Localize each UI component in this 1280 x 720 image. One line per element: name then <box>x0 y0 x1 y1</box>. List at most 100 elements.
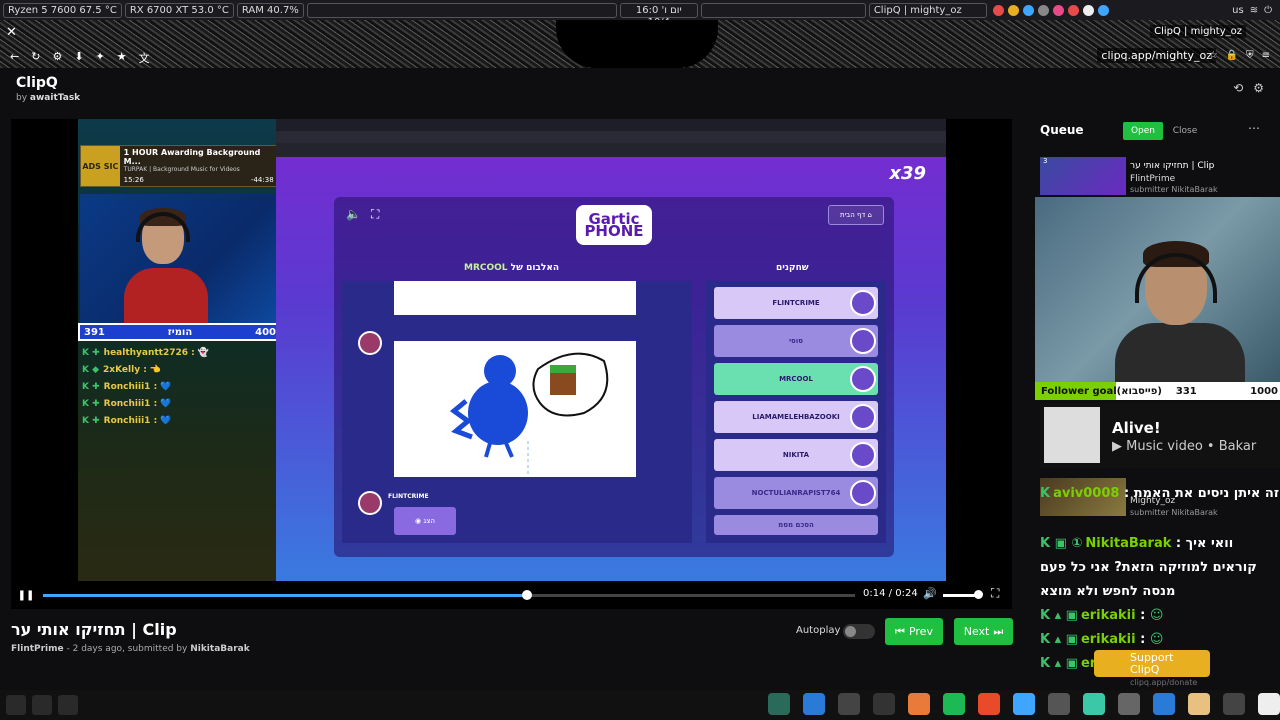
bookmark-icon[interactable]: ☆ <box>1209 50 1218 61</box>
player-row: NOCTULIANRAPIST764 <box>714 477 878 509</box>
wallpaper-notch <box>556 20 718 68</box>
music-popup-title: Alive! <box>1112 419 1161 437</box>
player-controls: ❚❚ 0:14 / 0:24 🔊 ⛶ <box>11 584 1012 606</box>
author-link[interactable]: awaitTask <box>30 93 80 103</box>
settings-icon[interactable]: ⚙ <box>52 50 62 66</box>
fullscreen-icon[interactable]: ⛶ <box>991 586 999 601</box>
embedded-urlbar <box>276 131 946 143</box>
volume-handle[interactable] <box>974 590 983 599</box>
clip-channel[interactable]: FlintPrime <box>11 644 64 654</box>
download-icon[interactable]: ⬇ <box>74 50 83 66</box>
workspace-icon[interactable] <box>58 695 78 715</box>
browser-icon[interactable] <box>1013 693 1035 715</box>
spotify-icon[interactable] <box>943 693 965 715</box>
queue-open-button[interactable]: Open <box>1123 122 1163 140</box>
follower-goal-bar: Follower goal(פייסבוא) 331 1000 <box>1035 382 1280 400</box>
app-icon[interactable] <box>908 693 930 715</box>
folder-icon[interactable] <box>1118 693 1140 715</box>
music-thumbnail <box>1044 407 1100 463</box>
system-clock[interactable]: 16:0 יום ו' 10/4 <box>619 2 698 28</box>
queue-close-button[interactable]: Close <box>1170 122 1200 140</box>
clip-submitter[interactable]: NikitaBarak <box>190 644 250 654</box>
players-heading: שחקנים <box>776 263 809 273</box>
translate-icon[interactable]: 文 <box>139 50 150 66</box>
drawer-name: FLINTCRIME <box>388 493 429 500</box>
chat-line: Kaviv0008 : חשבתי זה איתן ניסים את האמת <box>1040 486 1280 501</box>
support-button[interactable]: Support ClipQ clipq.app/donate <box>1094 650 1210 687</box>
player-row: FLINTCRIME <box>714 287 878 319</box>
stack-icon[interactable] <box>1083 693 1105 715</box>
queue-item[interactable]: 3 תחזיקו אותי ער | Clip FlintPrime submi… <box>1040 157 1280 197</box>
video-frame[interactable]: ADS SIC 1 HOUR Awarding Background M... … <box>78 119 946 581</box>
overlay-chat-line: K ✚ Ronchiii1 : 💙 <box>82 382 172 392</box>
gpu-monitor: RX 6700 XT 53.0 °C <box>124 2 234 18</box>
tray-icon[interactable] <box>1097 4 1109 16</box>
discord-icon[interactable] <box>838 693 860 715</box>
app-icon[interactable] <box>1048 693 1070 715</box>
browser-chrome: ✕ ← ↻ ⚙ ⬇ ✦ ★ 文 ClipQ | mighty_oz clipq.… <box>0 20 1280 68</box>
brave-icon[interactable] <box>978 693 1000 715</box>
star-icon[interactable]: ★ <box>117 50 127 66</box>
browser-right-icons: ☆ 🔒 ⛨ ≡ <box>1209 50 1270 61</box>
tray-icon[interactable] <box>1082 4 1094 16</box>
power-icon[interactable]: ⏻ <box>1264 5 1272 16</box>
steam-icon[interactable] <box>873 693 895 715</box>
overlay-chat-line: K ◆ 2xKelly : 👈 <box>82 365 161 375</box>
queue-item-submitter: submitter NikitaBarak <box>1130 185 1218 194</box>
combo-counter: x39 <box>889 163 926 184</box>
chat-line: K ▴ ▣ erikakii : ☺ <box>1040 632 1164 647</box>
terminal-icon[interactable] <box>768 693 790 715</box>
game-home-button: דף הבית ⌂ <box>828 205 884 225</box>
more-icon[interactable]: ⋯ <box>1248 121 1260 135</box>
system-search-field[interactable] <box>306 2 617 18</box>
app-title[interactable]: ClipQ <box>16 75 58 91</box>
wifi-icon[interactable]: ≋ <box>1250 5 1258 16</box>
volume-icon: 🔈 <box>346 207 361 221</box>
side-chat: Kaviv0008 : חשבתי זה איתן ניסים את האמת … <box>1040 482 1280 676</box>
seek-progress <box>43 594 527 597</box>
browser-tab-title[interactable]: ClipQ | mighty_oz <box>1150 25 1246 38</box>
tray-icon[interactable] <box>1037 4 1049 16</box>
windows-icon[interactable] <box>803 693 825 715</box>
album-text-card <box>394 281 636 315</box>
video-player[interactable]: ADS SIC 1 HOUR Awarding Background M... … <box>11 119 1012 609</box>
tray-icon[interactable] <box>992 4 1004 16</box>
lock-icon[interactable]: 🔒 <box>1226 50 1238 61</box>
seek-bar[interactable] <box>43 590 855 600</box>
tray-icon[interactable] <box>1052 4 1064 16</box>
url-bar[interactable]: clipq.app/mighty_oz <box>1097 48 1216 63</box>
app-icon[interactable] <box>1258 693 1280 715</box>
reload-icon[interactable]: ↻ <box>31 50 40 66</box>
gear-icon[interactable]: ⚙ <box>1253 81 1264 95</box>
players-list: FLINTCRIME סוסי MRCOOL LIAMAMELEHBAZOOKI… <box>706 281 886 543</box>
tray-icon[interactable] <box>1022 4 1034 16</box>
workspace-icon[interactable] <box>6 695 26 715</box>
volume-icon[interactable]: 🔊 <box>923 587 937 600</box>
active-window-title[interactable]: ClipQ | mighty_oz <box>868 2 987 18</box>
time-display: 0:14 / 0:24 <box>863 588 918 599</box>
tray-icon[interactable] <box>1067 4 1079 16</box>
tray-icon[interactable] <box>1007 4 1019 16</box>
close-icon[interactable]: ✕ <box>6 25 17 40</box>
menu-icon[interactable]: ≡ <box>1262 50 1270 61</box>
pause-button[interactable]: ❚❚ <box>11 590 41 601</box>
extension-icon[interactable]: ✦ <box>96 50 105 66</box>
goal-label: Follower goal(פייסבוא) <box>1041 385 1162 397</box>
autoplay-toggle[interactable] <box>843 624 875 639</box>
shield-icon[interactable]: ⛨ <box>1246 50 1254 61</box>
next-button[interactable]: Next ⏭ <box>954 618 1013 645</box>
store-icon[interactable] <box>1153 693 1175 715</box>
workspace-icon[interactable] <box>32 695 52 715</box>
back-icon[interactable]: ← <box>10 50 19 66</box>
history-icon[interactable]: ⟲ <box>1233 81 1243 95</box>
player-row: הסכם מסמ <box>714 515 878 535</box>
gartic-logo: Gartic PHONE <box>576 205 652 245</box>
app-icon[interactable] <box>1223 693 1245 715</box>
prev-button[interactable]: ⏮ Prev <box>885 618 943 645</box>
by-label: by <box>16 93 28 103</box>
seek-handle[interactable] <box>521 590 532 600</box>
player-row: MRCOOL <box>714 363 878 395</box>
app-icon[interactable] <box>1188 693 1210 715</box>
keyboard-layout[interactable]: us <box>1232 5 1244 16</box>
music-art: ADS SIC <box>81 146 120 186</box>
